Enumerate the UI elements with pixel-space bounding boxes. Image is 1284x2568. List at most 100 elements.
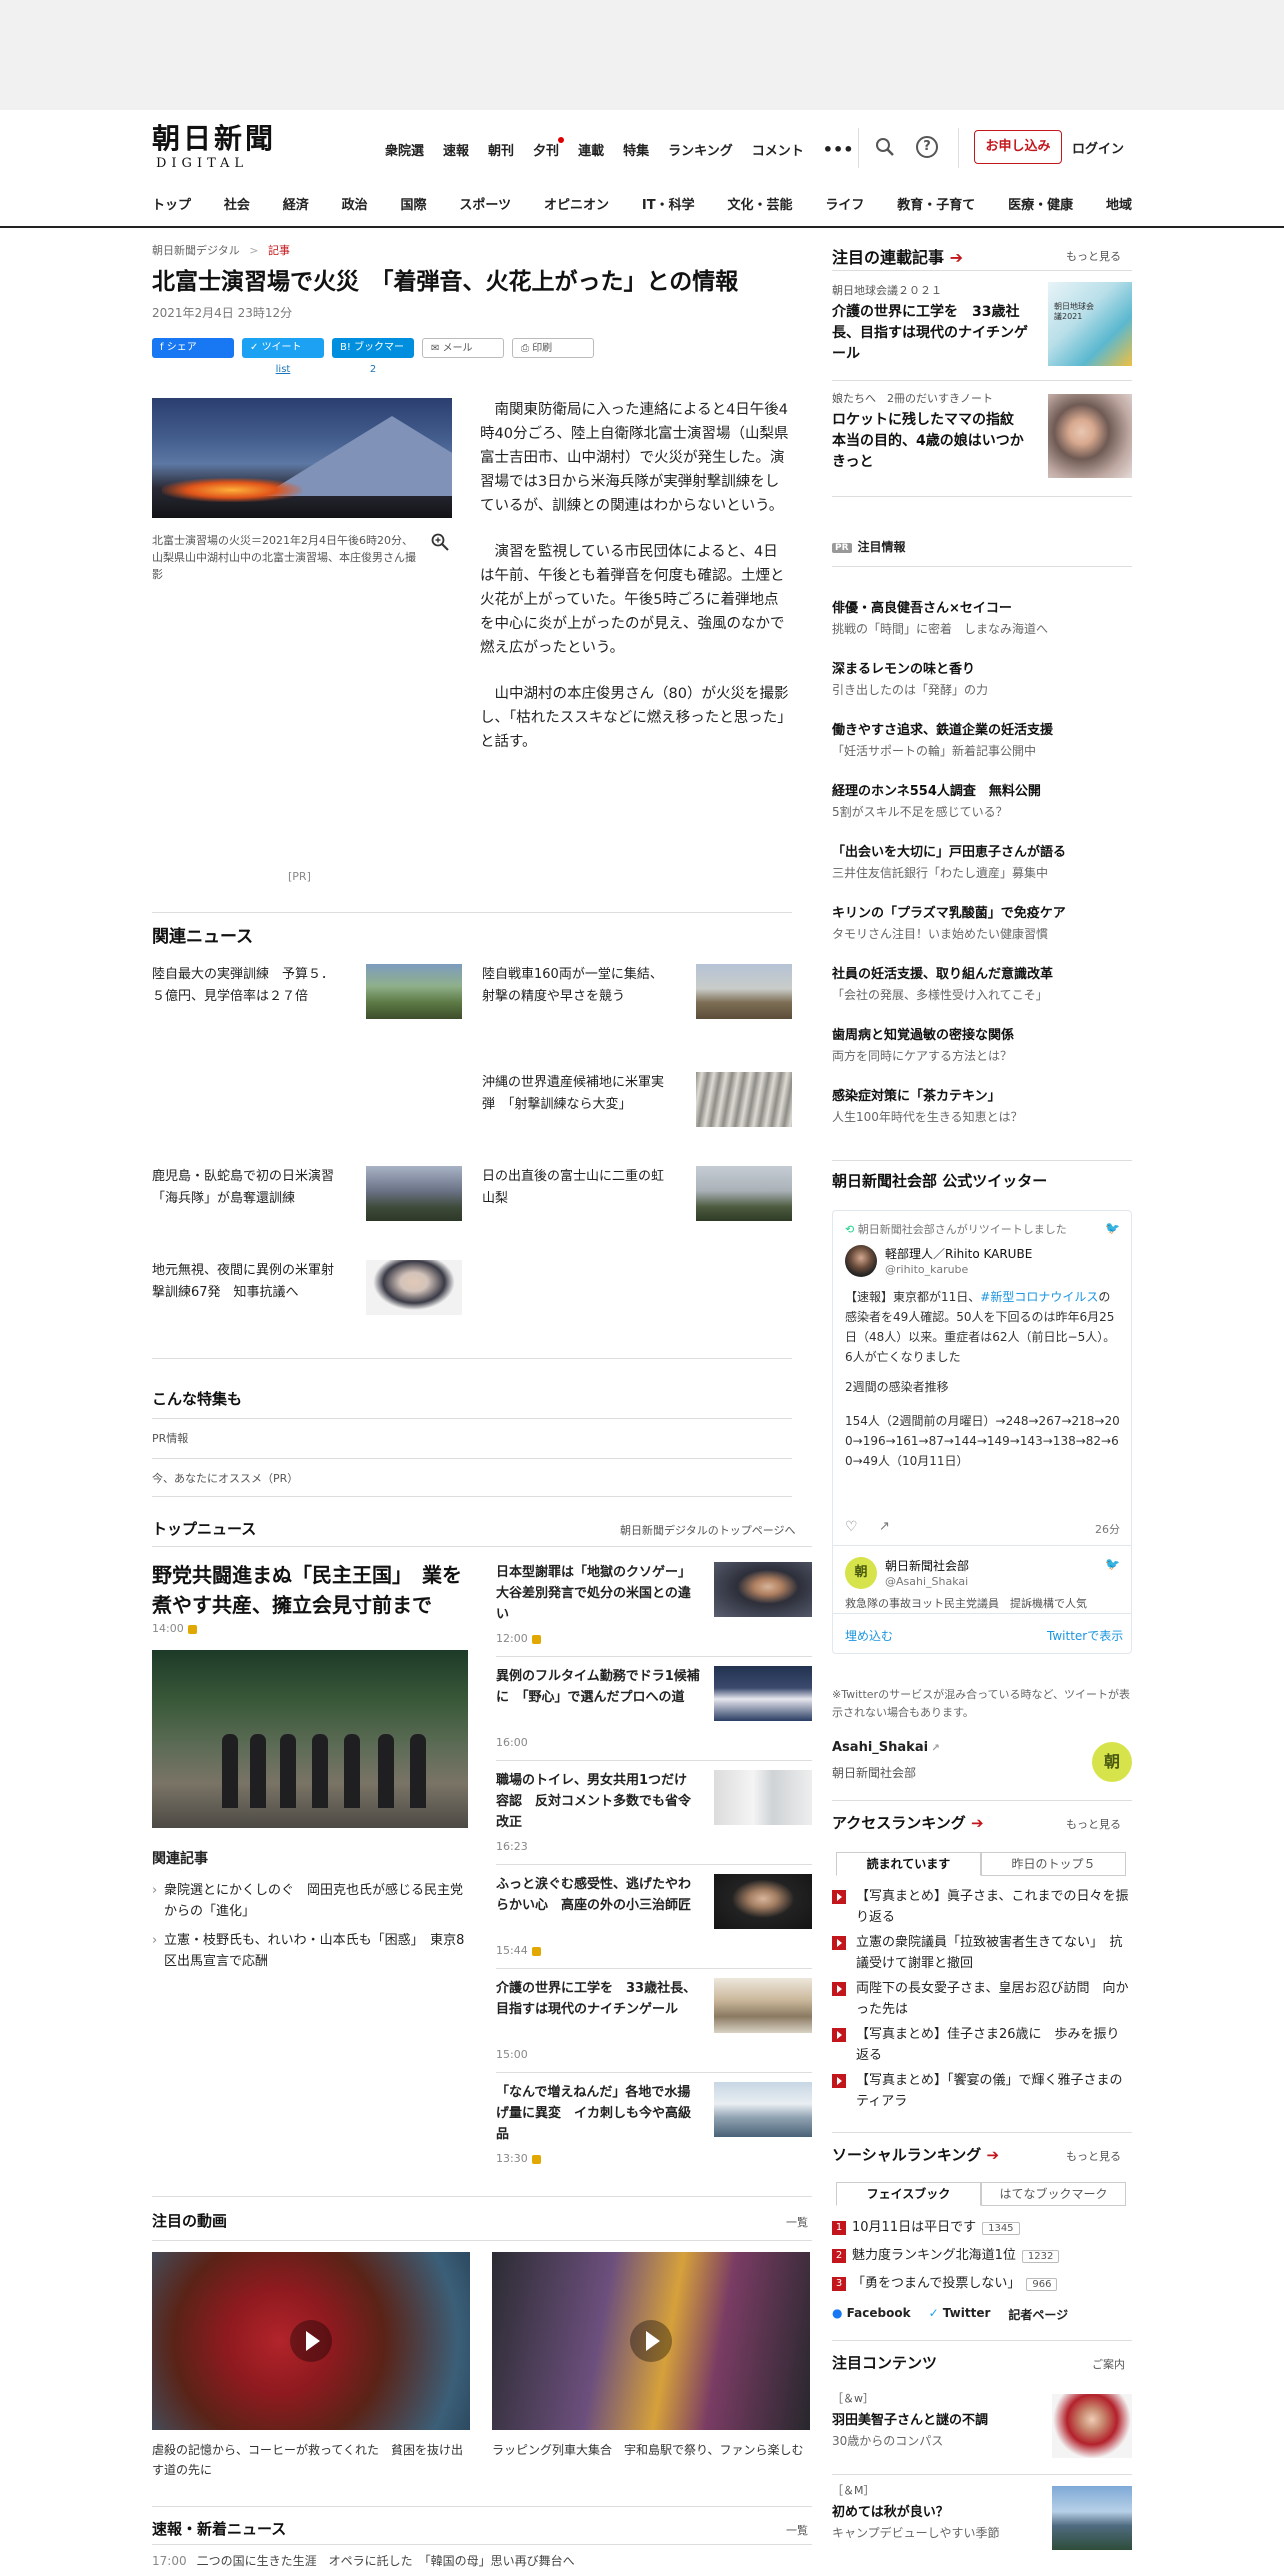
video-caption[interactable]: 虐殺の記憶から、コーヒーが救ってくれた 貧困を抜け出す道の先に xyxy=(152,2440,470,2480)
bookmark-count[interactable]: 2 xyxy=(332,360,414,380)
related-news-item[interactable]: 沖縄の世界遺産候補地に米軍実弾 「射撃訓練なら大変」 xyxy=(482,1072,792,1132)
mail-button[interactable]: ✉ メール xyxy=(422,338,504,358)
site-logo[interactable]: 朝日新聞 DIGITAL xyxy=(152,122,277,171)
ranking-item[interactable]: 立憲の衆院議員「拉致被害者生きてない」 抗議受けて謝罪と撤回 xyxy=(832,1932,1132,1974)
nav-item-comment[interactable]: コメント xyxy=(752,140,804,159)
ranking-item[interactable]: 両陛下の長女愛子さま、皇居お忍び訪問 向かった先は xyxy=(832,1978,1132,2020)
hatena-bookmark-button[interactable]: B! ブックマーク 2 xyxy=(332,338,414,375)
nav-item-shuinsen[interactable]: 衆院選 xyxy=(385,140,424,159)
more-menu-icon[interactable]: ••• xyxy=(823,140,854,159)
videos-more-link[interactable]: 一覧 xyxy=(786,2214,808,2230)
social-more-link[interactable]: もっと見る xyxy=(1066,2148,1121,2164)
breadcrumb-home[interactable]: 朝日新聞デジタル xyxy=(152,244,240,257)
help-icon[interactable]: ? xyxy=(916,136,938,158)
related-news-item[interactable]: 日の出直後の富士山に二重の虹 山梨 xyxy=(482,1166,792,1226)
access-ranking-title[interactable]: アクセスランキング ➔ xyxy=(832,1812,984,1833)
series-item[interactable]: 朝日地球会議２０２１ 介護の世界に工学を 33歳社長、目指すは現代のナイチンゲー… xyxy=(832,282,1132,368)
tweet-author-handle[interactable]: @Asahi_Shakai xyxy=(885,1575,968,1588)
social-ranking-item[interactable]: 1 10月11日は平日です 1345 xyxy=(832,2216,1020,2235)
twitter-link[interactable]: ✓ Twitter xyxy=(929,2306,991,2323)
cat-sports[interactable]: スポーツ xyxy=(459,194,511,213)
account-name[interactable]: Asahi_Shakai ↗ xyxy=(832,1740,940,1755)
cat-culture[interactable]: 文化・芸能 xyxy=(727,194,792,213)
content-item[interactable]: ［＆M］ 初めては秋が良い？ キャンプデビューしやすい季節 xyxy=(832,2482,1132,2562)
content-item[interactable]: ［＆w］ 羽田美智子さんと謎の不調 30歳からのコンパス xyxy=(832,2390,1132,2470)
video-caption[interactable]: ラッピング列車大集合 宇和島駅で祭り、ファンら楽しむ xyxy=(492,2440,810,2460)
related-article-link[interactable]: 衆院選とにかくしのぐ 岡田克也氏が感じる民主党からの「進化」 xyxy=(152,1880,470,1922)
pr-item[interactable]: 深まるレモンの味と香り 引き出したのは「発酵」の力 xyxy=(832,659,1132,720)
related-news-item[interactable]: 鹿児島・臥蛇島で初の日米演習 「海兵隊」が島奪還訓練 xyxy=(152,1166,462,1226)
pr-item[interactable]: 「出会いを大切に」戸田恵子さんが語る 三井住友信託銀行「わたし遺産」募集中 xyxy=(832,842,1132,903)
cat-region[interactable]: 地域 xyxy=(1106,194,1132,213)
related-news-item[interactable]: 地元無視、夜間に異例の米軍射撃訓練67発 知事抗議へ xyxy=(152,1260,462,1320)
view-on-twitter-link[interactable]: Twitterで表示 xyxy=(1047,1627,1123,1644)
top-news-item[interactable]: 日本型謝罪は「地獄のクソゲー」 大谷差別発言で処分の米国との違い 12:00 xyxy=(496,1562,812,1652)
play-icon[interactable] xyxy=(290,2320,332,2362)
video-thumb[interactable] xyxy=(492,2252,810,2430)
cat-top[interactable]: トップ xyxy=(152,194,191,213)
article-photo[interactable] xyxy=(152,398,452,518)
series-item[interactable]: 娘たちへ 2冊のだいすきノート ロケットに残したママの指紋 本当の目的、4歳の娘… xyxy=(832,390,1132,480)
embed-link[interactable]: 埋め込む xyxy=(845,1627,893,1644)
print-button[interactable]: ⎙ 印刷 xyxy=(512,338,594,358)
cat-economy[interactable]: 経済 xyxy=(283,194,309,213)
cat-health[interactable]: 医療・健康 xyxy=(1008,194,1073,213)
top-news-item[interactable]: 異例のフルタイム勤務でドラ1候補に 「野心」で選んだプロへの道 16:00 xyxy=(496,1666,812,1756)
facebook-share-button[interactable]: f シェア xyxy=(152,338,234,358)
cat-life[interactable]: ライフ xyxy=(825,194,864,213)
top-news-item[interactable]: ふっと涙ぐむ感受性、逃げたやわらかい心 高座の外の小三治師匠 15:44 xyxy=(496,1874,812,1964)
related-news-item[interactable]: 陸自最大の実弾訓練 予算５．５億円、見学倍率は２７倍 xyxy=(152,964,462,1024)
nav-item-yuukan[interactable]: 夕刊 xyxy=(533,136,565,159)
heart-icon[interactable]: ♡ xyxy=(845,1519,858,1535)
breaking-news-item[interactable]: 17:00 二つの国に生きた生涯 オペラに託した 「韓国の母」思い再び舞台へ xyxy=(152,2552,575,2568)
video-thumb[interactable] xyxy=(152,2252,470,2430)
tweet-hashtag[interactable]: #新型コロナウイルス xyxy=(980,1290,1098,1304)
nav-item-sokuho[interactable]: 速報 xyxy=(443,140,469,159)
social-ranking-item[interactable]: 3 「勇をつまんで投票しない」 966 xyxy=(832,2272,1058,2291)
featured-series-title[interactable]: 注目の連載記事 ➔ xyxy=(832,244,963,268)
facebook-link[interactable]: ● Facebook xyxy=(832,2306,911,2323)
cat-opinion[interactable]: オピニオン xyxy=(544,194,609,213)
social-ranking-title[interactable]: ソーシャルランキング ➔ xyxy=(832,2144,999,2165)
pr-item[interactable]: 社員の妊活支援、取り組んだ意識改革 「会社の発展、多様性受け入れてこそ」 xyxy=(832,964,1132,1025)
apply-button[interactable]: お申し込み xyxy=(974,130,1062,164)
tab-hatena[interactable]: はてなブックマーク xyxy=(981,2182,1126,2206)
play-icon[interactable] xyxy=(630,2320,672,2362)
pr-item[interactable]: 俳優・高良健吾さん×セイコー 挑戦の「時間」に密着 しまなみ海道へ xyxy=(832,598,1132,659)
related-news-item[interactable]: 陸自戦車160両が一堂に集結、射撃の精度や早さを競う xyxy=(482,964,792,1024)
tab-yesterday-top5[interactable]: 昨日のトップ５ xyxy=(981,1852,1126,1876)
cat-education[interactable]: 教育・子育て xyxy=(897,194,975,213)
account-avatar[interactable]: 朝 xyxy=(1092,1742,1132,1782)
tweet-author-handle[interactable]: @rihito_karube xyxy=(885,1263,968,1276)
contents-guide-link[interactable]: ご案内 xyxy=(1092,2356,1125,2372)
pr-item[interactable]: 働きやすさ追求、鉄道企業の妊活支援 「妊活サポートの輪」新着記事公開中 xyxy=(832,720,1132,781)
nav-item-choukan[interactable]: 朝刊 xyxy=(488,140,514,159)
share-icon[interactable]: ↗ xyxy=(879,1519,890,1534)
nav-item-tokushu[interactable]: 特集 xyxy=(623,140,649,159)
avatar[interactable]: 朝 xyxy=(845,1557,877,1589)
lead-story-title[interactable]: 野党共闘進まぬ「民主王国」 業を煮やす共産、擁立会見寸前まで xyxy=(152,1560,470,1620)
ranking-item[interactable]: 【写真まとめ】眞子さま、これまでの日々を振り返る xyxy=(832,1886,1132,1928)
ranking-item[interactable]: 【写真まとめ】「饗宴の儀」で輝く雅子さまのティアラ xyxy=(832,2070,1132,2112)
social-ranking-item[interactable]: 2 魅力度ランキング北海道1位 1232 xyxy=(832,2244,1060,2263)
breaking-news-more-link[interactable]: 一覧 xyxy=(786,2522,808,2538)
cat-politics[interactable]: 政治 xyxy=(342,194,368,213)
tweet-author-name[interactable]: 軽部理人／Rihito KARUBE xyxy=(885,1245,1032,1262)
cat-society[interactable]: 社会 xyxy=(224,194,250,213)
top-news-item[interactable]: 介護の世界に工学を 33歳社長、目指すは現代のナイチンゲール 15:00 xyxy=(496,1978,812,2068)
tweet-button[interactable]: ✓ ツイート list xyxy=(242,338,324,375)
cat-international[interactable]: 国際 xyxy=(401,194,427,213)
tweet-count[interactable]: list xyxy=(242,360,324,380)
zoom-icon[interactable] xyxy=(430,532,450,552)
reporter-page-link[interactable]: 記者ページ xyxy=(1008,2306,1068,2323)
series-more-link[interactable]: もっと見る xyxy=(1066,248,1121,264)
tweet-time[interactable]: 26分 xyxy=(1095,1521,1120,1537)
search-icon[interactable] xyxy=(874,136,896,158)
avatar[interactable] xyxy=(845,1245,877,1277)
pr-item[interactable]: 経理のホンネ554人調査 無料公開 5割がスキル不足を感じている？ xyxy=(832,781,1132,842)
pr-item[interactable]: 歯周病と知覚過敏の密接な関係 両方を同時にケアする方法とは？ xyxy=(832,1025,1132,1086)
ranking-item[interactable]: 【写真まとめ】佳子さま26歳に 歩みを振り返る xyxy=(832,2024,1132,2066)
nav-item-ranking[interactable]: ランキング xyxy=(668,140,733,159)
tab-most-read[interactable]: 読まれています xyxy=(836,1852,981,1876)
tab-facebook[interactable]: フェイスブック xyxy=(836,2182,981,2206)
